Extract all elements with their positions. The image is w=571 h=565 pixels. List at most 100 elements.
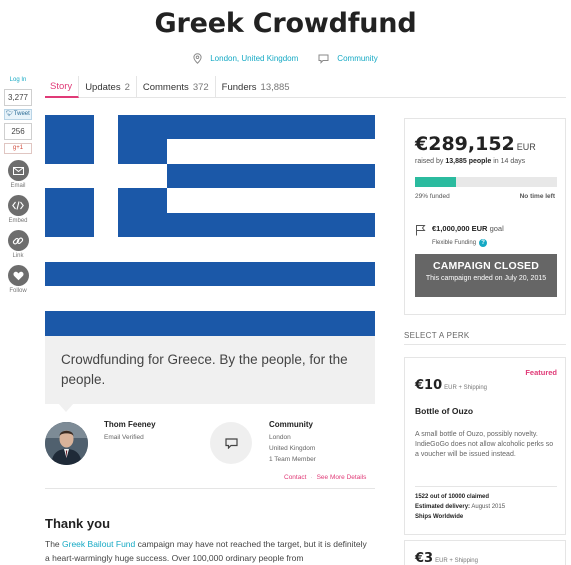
perk-description: A small bottle of Ouzo, possibly novelty… (415, 431, 554, 458)
story-heading: Thank you (45, 516, 111, 531)
featured-badge: Featured (525, 368, 557, 377)
embed-share[interactable]: Embed (4, 195, 32, 224)
perk-shipping-scope: Ships Worldwide (415, 514, 464, 520)
team-members: 1 Team Member (269, 456, 316, 463)
closed-title: CAMPAIGN CLOSED (432, 260, 540, 272)
raised-by: raised by 13,885 people in 14 days (415, 158, 555, 165)
time-left: No time left (519, 193, 555, 200)
tab-updates[interactable]: Updates 2 (79, 76, 137, 98)
funding-progress-fill (415, 177, 457, 187)
amount-value: €289,152 (415, 133, 515, 155)
tweet-button[interactable]: 🐦︎Tweet (4, 109, 32, 120)
perk-divider (415, 486, 557, 487)
tab-label: Comments (142, 81, 189, 93)
section-divider (45, 488, 375, 489)
perk-price: €10 EUR + Shipping (415, 378, 487, 393)
tab-funders[interactable]: Funders 13,885 (216, 76, 296, 98)
perks-divider (404, 344, 566, 345)
follow-button[interactable]: Follow (4, 265, 32, 294)
login-link[interactable]: Log In (4, 77, 32, 83)
share-rail: Log In 3,277 🐦︎Tweet 256 g+1 Email Embed… (4, 77, 32, 294)
amount-currency: EUR (516, 142, 536, 152)
link-share[interactable]: Link (4, 230, 32, 259)
funding-summary: €289,152 EUR raised by 13,885 people in 1… (404, 118, 566, 315)
perk-title: Bottle of Ouzo (415, 406, 474, 416)
pitch-pointer (58, 403, 74, 412)
category-text: Community (337, 54, 378, 63)
funding-type: Flexible Funding? (432, 239, 504, 247)
contact-link[interactable]: Contact (284, 474, 306, 481)
location-link[interactable]: London, United Kingdom (193, 53, 298, 64)
tab-count: 2 (124, 81, 130, 93)
perk-claimed: 1522 out of 10000 claimed (415, 494, 490, 500)
chain-link-icon (7, 230, 29, 251)
tab-label: Funders (221, 81, 257, 93)
progress-labels: 29% funded No time left (415, 193, 555, 200)
email-label: Email (10, 183, 26, 189)
heart-icon (7, 265, 29, 286)
gplus-button[interactable]: g+1 (4, 143, 32, 154)
category-link[interactable]: Community (318, 53, 378, 64)
greek-bailout-fund-link[interactable]: Greek Bailout Fund (62, 539, 135, 549)
flag-stripe (45, 311, 375, 336)
map-pin-icon (193, 53, 202, 64)
help-icon[interactable]: ? (479, 239, 488, 247)
flag-canton (45, 115, 167, 237)
separator-dot: · (310, 474, 313, 481)
tab-count: 372 (192, 81, 209, 93)
campaign-tabs: Story Updates 2 Comments 372 Funders 13,885 (45, 76, 376, 98)
tweet-count: 256 (4, 123, 32, 140)
tab-label: Story (50, 80, 73, 92)
perk-stats: 1522 out of 10000 claimed Estimated deli… (415, 492, 505, 522)
perk-card[interactable]: Featured €10 EUR + Shipping Bottle of Ouz… (404, 357, 566, 535)
percent-funded: 29% funded (415, 193, 450, 200)
avatar[interactable] (45, 422, 88, 465)
team-info: Community London United Kingdom 1 Team M… (269, 420, 316, 465)
tab-label: Updates (85, 81, 121, 93)
embed-label: Embed (8, 218, 28, 224)
envelope-icon (7, 160, 29, 181)
amount-raised: €289,152 EUR (415, 133, 555, 155)
tab-story[interactable]: Story (45, 76, 80, 98)
perk-card[interactable]: €3 EUR + Shipping (404, 540, 566, 565)
owner-name[interactable]: Thom Feeney (104, 420, 156, 429)
follow-label: Follow (9, 288, 27, 294)
goal-amount: €1,000,000 EUR goal (432, 224, 504, 233)
raised-prefix: raised by (415, 158, 446, 165)
flag-stripe (45, 262, 375, 286)
funding-progress-bar (415, 177, 557, 187)
campaign-meta: London, United Kingdom Community (0, 53, 571, 64)
location-text: London, United Kingdom (210, 54, 299, 63)
tweet-label: Tweet (13, 111, 30, 117)
tab-comments[interactable]: Comments 372 (137, 76, 216, 98)
team-chat-icon (210, 422, 252, 464)
see-more-details-link[interactable]: See More Details (317, 474, 367, 481)
email-share[interactable]: Email (4, 160, 32, 189)
closed-subtitle: This campaign ended on July 20, 2015 (425, 275, 547, 282)
team-city: London (269, 434, 291, 441)
owner-verification: Email Verified (104, 434, 144, 441)
tab-count: 13,885 (260, 81, 290, 93)
perks-heading: SELECT A PERK (404, 331, 470, 340)
perk-delivery: Estimated delivery: August 2015 (415, 504, 506, 510)
story-paragraph: The Greek Bailout Fund campaign may have… (45, 537, 370, 565)
funder-count: 13,885 people (445, 158, 492, 165)
perk-price: €3 EUR + Shipping (415, 551, 478, 565)
speech-bubble-icon (318, 54, 329, 64)
campaign-image-greek-flag (45, 115, 375, 336)
twitter-bird-icon: 🐦︎ (6, 111, 14, 117)
link-label: Link (12, 253, 24, 259)
owner-links: Contact · See More Details (284, 474, 366, 481)
code-icon (7, 195, 29, 216)
campaign-pitch: Crowdfunding for Greece. By the people, … (45, 336, 375, 404)
team-country: United Kingdom (269, 445, 316, 452)
page-title: Greek Crowdfund (154, 8, 417, 39)
flag-goal-icon (416, 225, 426, 236)
story-lead: The (45, 539, 63, 549)
like-count: 3,277 (4, 89, 32, 106)
team-title[interactable]: Community (269, 420, 316, 429)
goal-row: €1,000,000 EUR goal Flexible Funding? (415, 224, 555, 247)
tabs-divider (376, 97, 566, 98)
campaign-closed-banner: CAMPAIGN CLOSED This campaign ended on J… (415, 254, 557, 297)
raised-suffix: in 14 days (491, 158, 526, 165)
